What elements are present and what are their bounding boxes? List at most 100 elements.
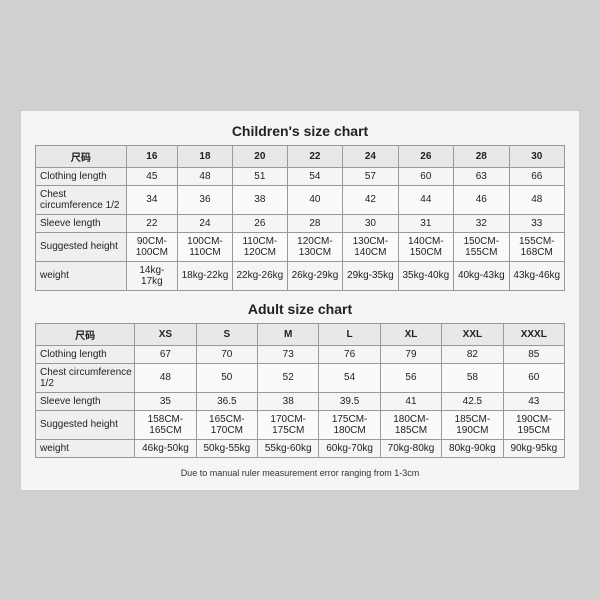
children-cell-1-3: 40 <box>287 185 342 214</box>
adult-col-header-6: XXL <box>442 323 503 345</box>
adult-col-header-5: XL <box>380 323 441 345</box>
adult-row-3: Suggested height158CM-165CM165CM-170CM17… <box>36 410 565 439</box>
adult-cell-1-2: 52 <box>258 363 319 392</box>
adult-row-label-3: Suggested height <box>36 410 135 439</box>
adult-row-0: Clothing length67707376798285 <box>36 345 565 363</box>
children-cell-4-2: 22kg-26kg <box>233 261 288 290</box>
adult-cell-3-4: 180CM-185CM <box>380 410 441 439</box>
adult-col-header-1: XS <box>135 323 196 345</box>
children-row-4: weight14kg-17kg18kg-22kg22kg-26kg26kg-29… <box>36 261 565 290</box>
children-cell-0-6: 63 <box>454 167 509 185</box>
adult-cell-0-0: 67 <box>135 345 196 363</box>
children-cell-0-4: 57 <box>343 167 398 185</box>
children-col-header-0: 尺码 <box>36 145 127 167</box>
adult-col-header-4: L <box>319 323 380 345</box>
children-cell-4-3: 26kg-29kg <box>287 261 342 290</box>
adult-cell-1-4: 56 <box>380 363 441 392</box>
adult-cell-2-2: 38 <box>258 392 319 410</box>
children-cell-3-5: 140CM-150CM <box>398 232 453 261</box>
adult-table: 尺码XSSMLXLXXLXXXL Clothing length67707376… <box>35 323 565 458</box>
adult-cell-0-3: 76 <box>319 345 380 363</box>
children-row-label-2: Sleeve length <box>36 214 127 232</box>
adult-row-1: Chest circumference 1/248505254565860 <box>36 363 565 392</box>
size-chart-card: Children's size chart 尺码1618202224262830… <box>20 110 580 491</box>
children-cell-3-0: 90CM-100CM <box>126 232 177 261</box>
children-cell-3-2: 110CM-120CM <box>233 232 288 261</box>
adult-cell-4-6: 90kg-95kg <box>503 439 564 457</box>
adult-col-header-2: S <box>196 323 257 345</box>
children-col-header-8: 30 <box>509 145 564 167</box>
children-cell-2-4: 30 <box>343 214 398 232</box>
children-cell-3-3: 120CM-130CM <box>287 232 342 261</box>
children-cell-2-1: 24 <box>177 214 232 232</box>
children-cell-4-1: 18kg-22kg <box>177 261 232 290</box>
adult-col-header-7: XXXL <box>503 323 564 345</box>
adult-cell-1-0: 48 <box>135 363 196 392</box>
children-cell-2-0: 22 <box>126 214 177 232</box>
children-cell-2-5: 31 <box>398 214 453 232</box>
adult-row-label-2: Sleeve length <box>36 392 135 410</box>
children-col-header-6: 26 <box>398 145 453 167</box>
adult-row-label-0: Clothing length <box>36 345 135 363</box>
adult-cell-3-5: 185CM-190CM <box>442 410 503 439</box>
children-cell-2-6: 32 <box>454 214 509 232</box>
adult-cell-0-1: 70 <box>196 345 257 363</box>
children-cell-1-5: 44 <box>398 185 453 214</box>
adult-cell-1-1: 50 <box>196 363 257 392</box>
adult-row-label-4: weight <box>36 439 135 457</box>
adult-cell-3-6: 190CM-195CM <box>503 410 564 439</box>
adult-col-header-3: M <box>258 323 319 345</box>
adult-cell-0-5: 82 <box>442 345 503 363</box>
children-cell-2-2: 26 <box>233 214 288 232</box>
adult-row-label-1: Chest circumference 1/2 <box>36 363 135 392</box>
adult-cell-2-6: 43 <box>503 392 564 410</box>
children-col-header-4: 22 <box>287 145 342 167</box>
children-cell-4-7: 43kg-46kg <box>509 261 564 290</box>
adult-cell-3-3: 175CM-180CM <box>319 410 380 439</box>
adult-cell-3-1: 165CM-170CM <box>196 410 257 439</box>
children-row-label-4: weight <box>36 261 127 290</box>
children-cell-1-6: 46 <box>454 185 509 214</box>
children-row-label-1: Chest circumference 1/2 <box>36 185 127 214</box>
children-row-3: Suggested height90CM-100CM100CM-110CM110… <box>36 232 565 261</box>
children-row-2: Sleeve length2224262830313233 <box>36 214 565 232</box>
children-row-label-0: Clothing length <box>36 167 127 185</box>
adult-row-4: weight46kg-50kg50kg-55kg55kg-60kg60kg-70… <box>36 439 565 457</box>
children-cell-0-7: 66 <box>509 167 564 185</box>
children-cell-0-2: 51 <box>233 167 288 185</box>
adult-cell-0-2: 73 <box>258 345 319 363</box>
children-cell-0-5: 60 <box>398 167 453 185</box>
children-cell-3-7: 155CM-168CM <box>509 232 564 261</box>
adult-cell-1-3: 54 <box>319 363 380 392</box>
adult-chart-title: Adult size chart <box>35 301 565 317</box>
children-cell-4-5: 35kg-40kg <box>398 261 453 290</box>
children-cell-0-3: 54 <box>287 167 342 185</box>
adult-cell-1-6: 60 <box>503 363 564 392</box>
adult-cell-4-0: 46kg-50kg <box>135 439 196 457</box>
adult-cell-3-2: 170CM-175CM <box>258 410 319 439</box>
children-row-0: Clothing length4548515457606366 <box>36 167 565 185</box>
children-table: 尺码1618202224262830 Clothing length454851… <box>35 145 565 291</box>
children-row-label-3: Suggested height <box>36 232 127 261</box>
adult-col-header-0: 尺码 <box>36 323 135 345</box>
adult-cell-2-3: 39.5 <box>319 392 380 410</box>
children-cell-1-1: 36 <box>177 185 232 214</box>
adult-cell-4-4: 70kg-80kg <box>380 439 441 457</box>
children-cell-1-4: 42 <box>343 185 398 214</box>
children-cell-4-0: 14kg-17kg <box>126 261 177 290</box>
adult-cell-2-4: 41 <box>380 392 441 410</box>
adult-cell-0-4: 79 <box>380 345 441 363</box>
adult-cell-3-0: 158CM-165CM <box>135 410 196 439</box>
adult-cell-2-1: 36.5 <box>196 392 257 410</box>
adult-cell-4-5: 80kg-90kg <box>442 439 503 457</box>
children-cell-0-1: 48 <box>177 167 232 185</box>
children-cell-3-1: 100CM-110CM <box>177 232 232 261</box>
adult-cell-2-0: 35 <box>135 392 196 410</box>
children-row-1: Chest circumference 1/23436384042444648 <box>36 185 565 214</box>
adult-cell-0-6: 85 <box>503 345 564 363</box>
children-cell-2-3: 28 <box>287 214 342 232</box>
children-chart-title: Children's size chart <box>35 123 565 139</box>
children-cell-1-7: 48 <box>509 185 564 214</box>
children-col-header-1: 16 <box>126 145 177 167</box>
adult-cell-4-1: 50kg-55kg <box>196 439 257 457</box>
